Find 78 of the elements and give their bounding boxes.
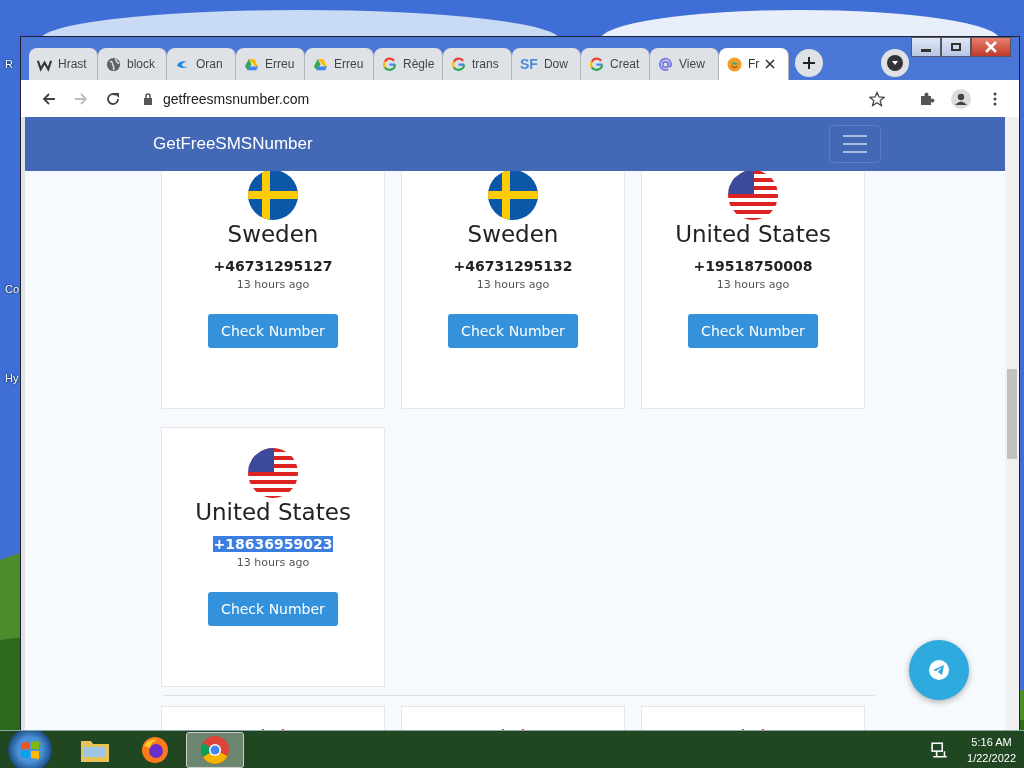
close-icon [984, 41, 998, 53]
phone-number: +18636959023 [212, 536, 334, 552]
phone-number: +46731295132 [452, 258, 574, 274]
reload-icon[interactable] [105, 90, 121, 107]
browser-tab[interactable]: Erreu [305, 48, 374, 80]
country-name: United States [675, 221, 831, 247]
brand-link[interactable]: GetFreeSMSNumber [153, 134, 829, 154]
smiley-icon [727, 56, 742, 72]
tab-title: Creat [610, 57, 640, 71]
tab-title: Erreu [334, 57, 364, 71]
menu-button[interactable] [829, 125, 881, 163]
chrome-logo-icon [200, 734, 230, 765]
tab-title: Dow [543, 57, 568, 71]
drive-logo-icon [313, 56, 328, 72]
browser-tab[interactable]: block [98, 48, 167, 80]
tab-title: Fr [748, 57, 760, 71]
time-ago: 13 hours ago [236, 556, 310, 569]
country-name: United States [195, 499, 351, 525]
browser-tab[interactable]: SF Dow [512, 48, 581, 80]
puzzle-icon[interactable] [919, 90, 935, 107]
clock-date[interactable]: 1/22/2022 [967, 749, 1016, 766]
us-flag-icon [248, 448, 298, 498]
country-name: Sweden [227, 221, 319, 247]
browser-tab[interactable]: Oran [167, 48, 236, 80]
drive-logo-icon [244, 56, 259, 72]
browser-tab[interactable]: Fr [719, 48, 789, 80]
new-tab-button[interactable] [795, 49, 823, 77]
tab-title: trans [472, 57, 499, 71]
scrollbar[interactable] [1005, 117, 1019, 730]
time-ago: 13 hours ago [236, 278, 310, 291]
browser-tab[interactable]: Règle [374, 48, 443, 80]
tab-title: Oran [196, 57, 223, 71]
desktop-icon-label[interactable]: Co [5, 283, 20, 295]
tab-title: View [679, 57, 705, 71]
desktop-icon-label[interactable]: Hy [5, 372, 19, 384]
browser-tab[interactable]: Erreu [236, 48, 305, 80]
browser-tab[interactable]: Creat [581, 48, 650, 80]
close-button[interactable] [971, 37, 1011, 57]
tab-title: Hrast [58, 57, 87, 71]
us-flag-icon [728, 171, 778, 220]
plus-icon [802, 56, 816, 70]
sweden-flag-icon [488, 171, 538, 220]
caret-down-icon [887, 55, 903, 71]
at-sign-icon [658, 56, 673, 72]
star-icon[interactable] [869, 90, 885, 107]
close-icon[interactable] [765, 59, 776, 69]
minimize-button[interactable] [911, 37, 941, 57]
phone-number: +19518750008 [692, 258, 814, 274]
desktop-icon-label[interactable]: R [5, 58, 13, 70]
tab-title: Erreu [265, 57, 295, 71]
google-logo-icon [589, 56, 604, 72]
profile-icon[interactable] [951, 88, 971, 109]
browser-tab[interactable]: View [650, 48, 719, 80]
firefox-logo-icon [141, 735, 169, 764]
browser-tab[interactable]: trans [443, 48, 512, 80]
maximize-button[interactable] [941, 37, 971, 57]
globe-icon [106, 56, 121, 72]
tab-title: Règle [403, 57, 435, 71]
time-ago: 13 hours ago [716, 278, 790, 291]
tab-search-button[interactable] [881, 49, 909, 77]
google-logo-icon [451, 56, 466, 72]
tab-logo-text: SF [520, 56, 538, 72]
time-ago: 13 hours ago [476, 278, 550, 291]
sweden-flag-icon [248, 171, 298, 220]
taskbar-app-button[interactable] [186, 731, 244, 768]
back-icon[interactable] [41, 90, 57, 107]
phone-number: +46731295127 [212, 258, 334, 274]
clock-time[interactable]: 5:16 AM [971, 733, 1012, 750]
menu-icon [842, 134, 868, 154]
lock-icon [143, 92, 153, 105]
country-name: Sweden [467, 221, 559, 247]
telegram-button[interactable] [909, 640, 969, 700]
paper-plane-icon [928, 659, 950, 681]
browser-tab[interactable]: Hrast [29, 48, 98, 80]
url-text: getfreesmsnumber.com [163, 90, 310, 107]
tab-title: block [127, 57, 155, 71]
network-icon[interactable] [931, 740, 950, 759]
google-logo-icon [382, 56, 397, 72]
